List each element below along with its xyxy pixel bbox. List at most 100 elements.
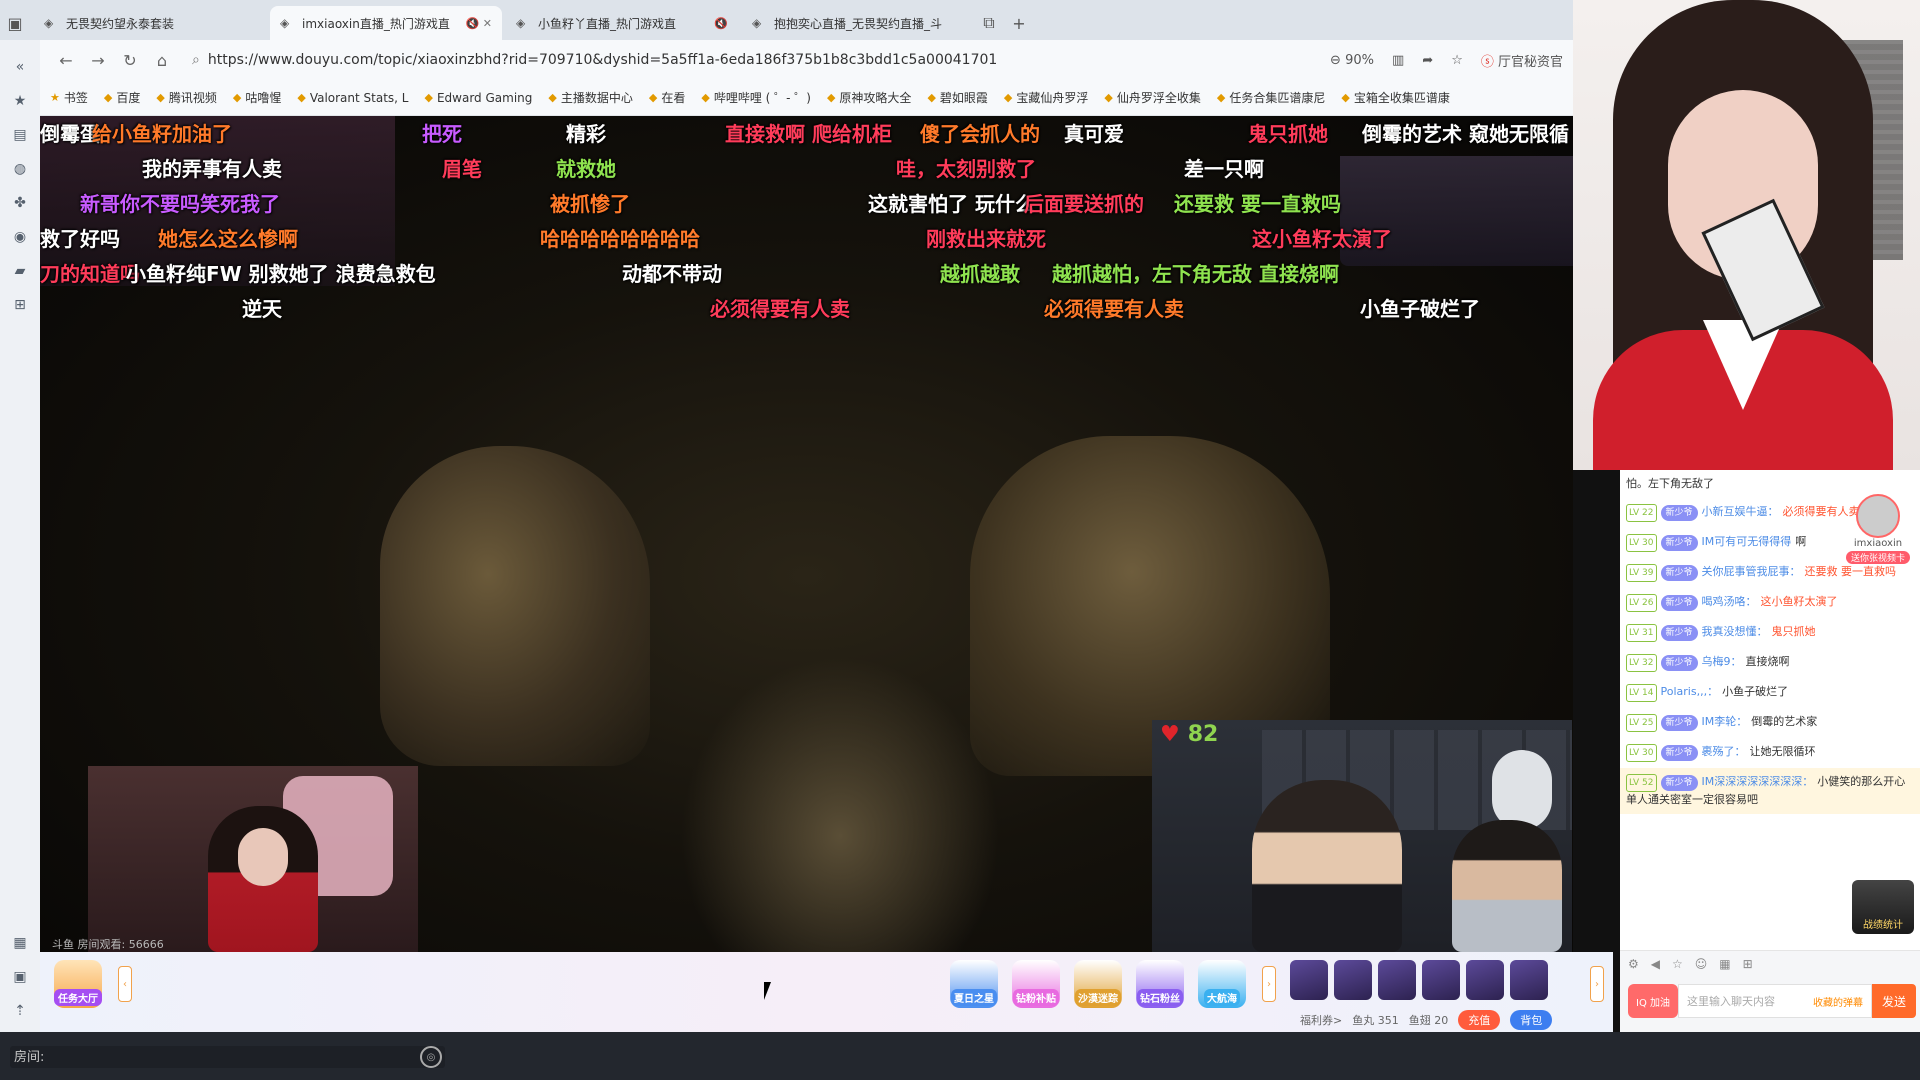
wallet-icon[interactable]: ▣	[7, 964, 33, 990]
task-hall-button[interactable]: 任务大厅	[54, 960, 102, 1008]
cohost-face	[238, 828, 288, 886]
gift-item[interactable]: 夏日之星	[950, 960, 998, 1008]
chat-username[interactable]: 裹殇了：	[1702, 745, 1746, 758]
health-indicator: ♥ 82	[1160, 722, 1218, 747]
tab-groups-icon[interactable]: ⧉	[974, 6, 1004, 40]
danmu-comment: 动都不带动	[622, 262, 722, 286]
bookmark-item[interactable]: ★ 书签	[50, 89, 88, 106]
room-label: 房间:	[14, 1050, 45, 1065]
gift-expand-left-icon[interactable]: ‹	[118, 966, 132, 1002]
reload-icon[interactable]: ↻	[114, 44, 146, 76]
bookmark-item[interactable]: ◆ 百度	[104, 89, 140, 106]
gift-expand-icon[interactable]: ›	[1262, 966, 1276, 1002]
profile-button[interactable]: ⓢ 厅官秘资官	[1481, 51, 1563, 70]
chat-username[interactable]: 关你屁事管我屁事：	[1702, 565, 1801, 578]
chat-username[interactable]: 小新互娱牛逼：	[1702, 505, 1779, 518]
speaker-icon[interactable]: ◀	[1651, 957, 1660, 971]
recharge-button[interactable]: 充值	[1458, 1010, 1501, 1030]
room-field[interactable]	[10, 1046, 445, 1068]
settings-icon[interactable]: ⚙	[1628, 957, 1639, 971]
fan-medal: 新少爷	[1660, 745, 1698, 761]
bag-button[interactable]: 背包	[1510, 1010, 1553, 1030]
bookmark-item[interactable]: ◆ 原神攻略大全	[827, 89, 911, 106]
baidu-icon[interactable]: ✤	[7, 190, 33, 216]
gift-item[interactable]: 钻石粉丝	[1136, 960, 1184, 1008]
shop-icon[interactable]: ▰	[7, 258, 33, 284]
tab-1[interactable]: ◈ 无畏契约望永泰套装	[34, 6, 266, 40]
anchor-card[interactable]: imxiaoxin 送你张视频卡	[1838, 472, 1918, 592]
chat-input[interactable]: 这里输入聊天内容 收藏的弹幕	[1678, 984, 1872, 1018]
gift-thumb[interactable]	[1290, 960, 1328, 1000]
add-app-icon[interactable]: ⊞	[7, 292, 33, 318]
bookmark-item[interactable]: ◆ 任务合集匹谱康尼	[1217, 89, 1325, 106]
collapse-icon[interactable]: «	[7, 54, 33, 80]
tab-close-icon[interactable]: 🔇 ✕	[466, 17, 492, 30]
saved-danmu-link[interactable]: 收藏的弹幕	[1813, 994, 1863, 1009]
gift-thumb[interactable]	[1422, 960, 1460, 1000]
grid-icon[interactable]: ⊞	[1743, 957, 1753, 971]
app-icon[interactable]: ◉	[7, 224, 33, 250]
chat-text: 啊	[1795, 535, 1807, 548]
bookmark-item[interactable]: ◆ 碧如眼霞	[927, 89, 987, 106]
bookmark-item[interactable]: ◆ 在看	[649, 89, 685, 106]
welfare-coupon-link[interactable]: 福利券>	[1300, 1012, 1342, 1028]
sidebar-toggle-icon[interactable]: ▣	[0, 6, 30, 40]
upload-icon[interactable]: ⇡	[7, 998, 33, 1024]
stats-button[interactable]: 战绩统计	[1852, 880, 1914, 934]
reader-icon[interactable]: ▥	[1392, 53, 1404, 68]
bookmark-item[interactable]: ◆ Valorant Stats, L	[297, 91, 408, 105]
chat-username[interactable]: IM李轮：	[1702, 715, 1748, 728]
tab-4[interactable]: ◈ 抱抱奕心直播_无畏契约直播_斗	[742, 6, 974, 40]
tools-icon[interactable]: ▦	[7, 930, 33, 956]
back-icon[interactable]: ←	[50, 44, 82, 76]
bookmark-item[interactable]: ◆ 腾讯视频	[156, 89, 216, 106]
gift-thumb[interactable]	[1510, 960, 1548, 1000]
fan-badge[interactable]: IQ 加油	[1628, 984, 1678, 1018]
fan-medal: 新少爷	[1660, 715, 1698, 731]
gift-expand-right-icon[interactable]: ›	[1590, 966, 1604, 1002]
zoom-indicator[interactable]: ⊖ 90%	[1330, 53, 1374, 68]
gift-item[interactable]: 钻粉补贴	[1012, 960, 1060, 1008]
bookmark-item[interactable]: ◆ 宝箱全收集匹谱康	[1341, 89, 1449, 106]
bookmark-item[interactable]: ◆ Edward Gaming	[424, 91, 532, 105]
search-icon: ⌕	[192, 52, 200, 68]
filter-icon[interactable]: ▦	[1719, 957, 1730, 971]
url-input[interactable]: ⌕ https://www.douyu.com/topic/xiaoxinzbhd…	[192, 52, 1330, 68]
home-icon[interactable]: ⌂	[146, 44, 178, 76]
bookmark-item[interactable]: ◆ 咕噜惺	[233, 89, 281, 106]
new-tab-icon[interactable]: +	[1004, 6, 1034, 40]
chat-username[interactable]: IM深深深深深深深深：	[1702, 775, 1814, 788]
forward-icon[interactable]: →	[82, 44, 114, 76]
collections-icon[interactable]: ▤	[7, 122, 33, 148]
gift-icon[interactable]: ☆	[1672, 957, 1683, 971]
stream-video[interactable]: ♥ 82 斗鱼 房间观看: 56666 倒霉蛋 给小鱼籽加油了 把死 精彩 直接救啊 爬…	[40, 116, 1573, 952]
favorites-icon[interactable]: ★	[7, 88, 33, 114]
tab-mute-icon[interactable]: 🔇	[714, 17, 728, 30]
tab-3[interactable]: ◈ 小鱼籽丫直播_热门游戏直 🔇	[506, 6, 738, 40]
bookmark-icon: ◆	[156, 91, 165, 104]
bookmark-item[interactable]: ◆ 仙舟罗浮全收集	[1104, 89, 1200, 106]
chat-username[interactable]: Polaris,,,：	[1661, 685, 1719, 698]
share-icon[interactable]: ➦	[1422, 53, 1433, 68]
bookmark-icon: ◆	[103, 91, 113, 104]
bookmark-item[interactable]: ◆ 宝藏仙舟罗浮	[1004, 89, 1088, 106]
bookmark-star-icon[interactable]: ☆	[1451, 53, 1463, 68]
send-button[interactable]: 发送	[1872, 984, 1916, 1018]
chat-username[interactable]: 乌梅9：	[1702, 655, 1742, 668]
search-icon[interactable]: ◍	[7, 156, 33, 182]
emoji-icon[interactable]: ☺	[1695, 957, 1708, 971]
tab-2-active[interactable]: ◈ imxiaoxin直播_热门游戏直 🔇 ✕	[270, 6, 502, 40]
gift-thumb[interactable]	[1378, 960, 1416, 1000]
chat-username[interactable]: IM可有可无得得得	[1702, 535, 1792, 548]
gift-item[interactable]: 大航海	[1198, 960, 1246, 1008]
bookmark-item[interactable]: ◆ 主播数据中心	[548, 89, 632, 106]
camera-icon[interactable]: ◎	[420, 1046, 442, 1068]
gift-item[interactable]: 沙漠迷踪	[1074, 960, 1122, 1008]
danmu-comment: 小鱼子破烂了	[1360, 297, 1480, 321]
danmu-comment: 救了好吗	[40, 227, 120, 251]
gift-thumb[interactable]	[1466, 960, 1504, 1000]
chat-username[interactable]: 喝鸡汤咯：	[1702, 595, 1757, 608]
bookmark-item[interactable]: ◆ 哔哩哔哩 ( ゜- ゜)	[701, 89, 811, 106]
gift-thumb[interactable]	[1334, 960, 1372, 1000]
chat-username[interactable]: 我真没想懂：	[1702, 625, 1768, 638]
